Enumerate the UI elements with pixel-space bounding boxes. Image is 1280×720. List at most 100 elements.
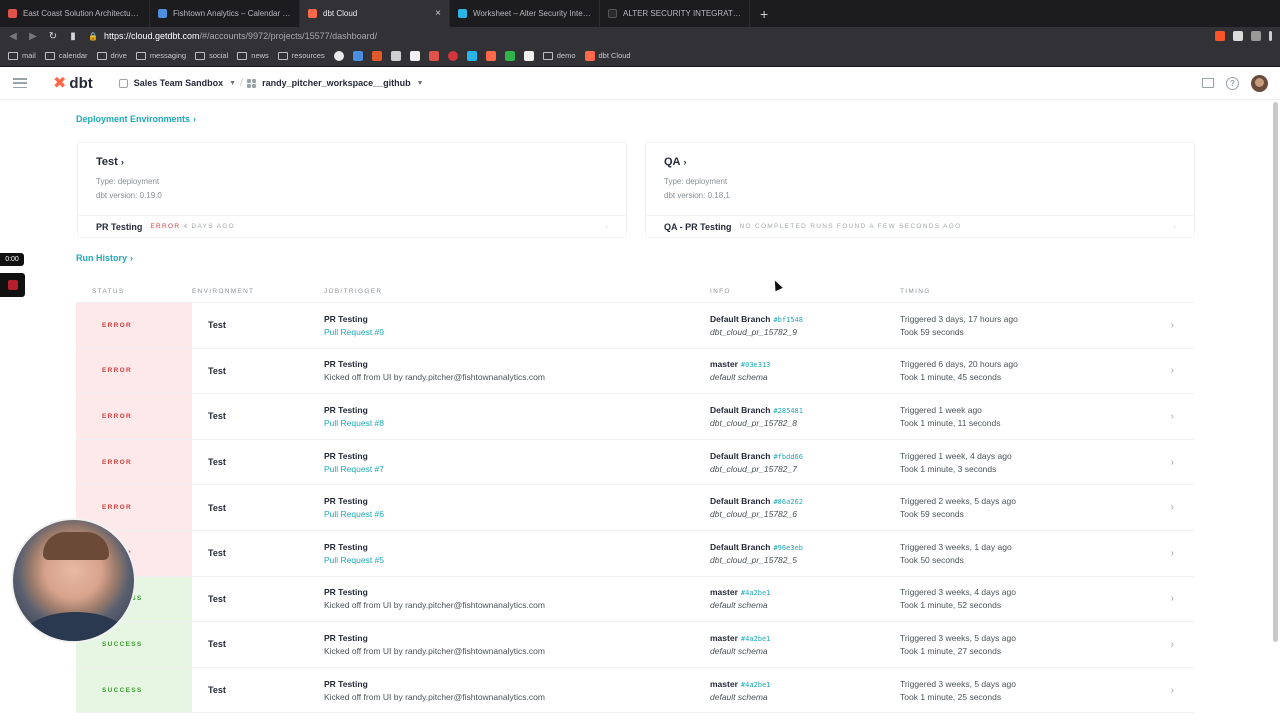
chevron-right-icon[interactable]: › [1171,548,1174,559]
dbt-icon[interactable] [485,50,496,61]
new-tab-button[interactable]: + [750,0,778,27]
job-trigger[interactable]: Pull Request #8 [324,418,710,428]
table-row[interactable]: ERROR Test PR Testing Pull Request #9 Defaul… [76,303,1194,349]
last-job-name: QA - PR Testing [664,221,732,232]
url-field[interactable]: 🔒 https://cloud.getdbt.com/#/accounts/99… [88,28,1205,44]
column-header: ENVIRONMENT [192,287,255,295]
brave-shield-icon[interactable] [1215,31,1225,41]
timing-cell: Triggered 1 week ago Took 1 minute, 11 se… [900,405,1140,428]
dbt-logo[interactable]: ✖ dbt [53,73,93,93]
app-icon[interactable] [352,50,363,61]
browser-tab[interactable]: East Coast Solution Architecture – All [0,0,150,27]
bookmark-link[interactable]: dbt Cloud [584,50,631,61]
bookmark-label: calendar [58,51,88,60]
browser-tab[interactable]: Worksheet – Alter Security Integration [450,0,600,27]
commit-sha[interactable]: #bf1548 [773,316,803,324]
run-history-link[interactable]: Run History › [76,253,133,263]
menu-icon[interactable] [1269,31,1272,41]
chevron-right-icon[interactable]: › [1171,593,1174,604]
bookmark-folder[interactable]: news [237,51,269,60]
help-icon[interactable]: ? [1226,76,1239,90]
environment-last-run[interactable]: QA - PR Testing NO COMPLETED RUNS FOUND … [646,215,1194,237]
chevron-right-icon[interactable]: › [1171,411,1174,422]
commit-sha[interactable]: #86a262 [773,498,803,506]
app-icon[interactable] [409,50,420,61]
app-icon[interactable] [390,50,401,61]
chat-icon[interactable] [1202,78,1214,88]
bookmark-folder[interactable]: demo [542,51,576,60]
job-cell: PR Testing Pull Request #7 [324,451,710,474]
job-trigger[interactable]: Pull Request #7 [324,464,710,474]
branch-name: master [710,632,738,643]
browser-tab[interactable]: Fishtown Analytics – Calendar – Week [150,0,300,27]
bookmark-folder[interactable]: drive [96,51,127,60]
table-row[interactable]: ERRORTestPR TestingPull Request #5Defaul… [76,530,1194,577]
hamburger-menu-icon[interactable] [13,78,27,88]
extension-icon[interactable] [1233,31,1243,41]
chevron-right-icon: › [193,114,197,124]
bookmark-folder[interactable]: resources [277,51,325,60]
bookmark-folder[interactable]: messaging [135,51,186,60]
deployment-environments-link[interactable]: Deployment Environments › [76,114,196,124]
commit-sha[interactable]: #4a2be1 [741,589,771,597]
bookmark-folder[interactable]: calendar [44,51,88,60]
job-trigger[interactable]: Pull Request #5 [324,555,710,565]
folder-icon [44,51,55,60]
table-row[interactable]: SUCCESSTestPR TestingKicked off from UI … [76,667,1194,714]
commit-sha[interactable]: #96e3eb [773,544,803,552]
commit-sha[interactable]: #03e313 [741,361,771,369]
job-trigger[interactable]: Pull Request #9 [324,327,710,337]
environment-title[interactable]: QA › [664,156,687,168]
chevron-right-icon[interactable]: › [1171,320,1174,331]
app-icon[interactable] [447,50,458,61]
snowflake-icon[interactable] [466,50,477,61]
schema-name: dbt_cloud_pr_15782_7 [710,463,797,474]
table-row[interactable]: SUCCESSTestPR TestingKicked off from UI … [76,622,1194,668]
avatar[interactable] [1251,74,1268,92]
back-icon[interactable]: ◀ [8,31,18,42]
stop-recording-button[interactable] [0,273,25,297]
close-tab-icon[interactable]: × [435,8,441,19]
github-icon[interactable] [333,50,344,61]
app-icon[interactable] [523,50,534,61]
browser-tab[interactable]: ALTER SECURITY INTEGRATION — … [600,0,750,27]
commit-sha[interactable]: #285481 [773,407,803,415]
environment-last-run[interactable]: PR Testing ERROR 4 DAYS AGO › [78,215,626,237]
project-selector[interactable]: randy_pitcher_workspace__github ▼ [247,78,424,88]
chevron-right-icon[interactable]: › [1171,639,1174,650]
phone-icon[interactable] [504,50,515,61]
table-row[interactable]: ERROR Test PR Testing Kicked off from UI by… [76,348,1194,395]
chevron-right-icon[interactable]: › [1171,502,1174,513]
info-cell: Default Branch #96e3eb dbt_cloud_pr_15782_… [710,542,900,565]
gitlab-icon[interactable] [371,50,382,61]
page-scrollbar[interactable] [1273,102,1278,642]
schema-name: default schema [710,600,768,611]
triggered-time: Triggered 1 week ago [900,404,982,415]
commit-sha[interactable]: #4a2be1 [741,681,771,689]
account-selector[interactable]: Sales Team Sandbox ▼ [118,78,236,88]
browser-tab-active[interactable]: dbt Cloud × [300,0,450,27]
table-row[interactable]: SUCCESSTestPR TestingKicked off from UI … [76,576,1194,623]
commit-sha[interactable]: #fbdd66 [773,453,803,461]
chevron-right-icon[interactable]: › [1171,457,1174,468]
app-icon[interactable] [428,50,439,61]
table-row[interactable]: ERROR Test PR Testing Pull Request #8 Defaul… [76,394,1194,440]
environment-title[interactable]: Test › [96,156,124,168]
table-row[interactable]: ERROR Test PR Testing Pull Request #6 Defaul… [76,485,1194,531]
job-trigger[interactable]: Pull Request #6 [324,509,710,519]
reload-icon[interactable]: ↻ [48,31,58,42]
environment-card-qa[interactable]: QA › Type: deployment dbt version: 0.18.1… [646,143,1194,237]
bookmark-icon[interactable]: ▮ [68,31,78,42]
chevron-right-icon[interactable]: › [1171,685,1174,696]
bookmark-folder[interactable]: mail [8,51,36,60]
commit-sha[interactable]: #4a2be1 [741,635,771,643]
environment-card-test[interactable]: Test › Type: deployment dbt version: 0.19… [78,143,626,237]
forward-icon[interactable]: ▶ [28,31,38,42]
last-run-status: NO COMPLETED RUNS FOUND A FEW SECONDS AG… [740,223,962,230]
webcam-overlay[interactable] [11,518,136,643]
puzzle-icon[interactable] [1251,31,1261,41]
chevron-right-icon[interactable]: › [1171,365,1174,376]
section-title: Run History [76,253,128,263]
table-row[interactable]: ERROR Test PR Testing Pull Request #7 Defaul… [76,439,1194,486]
bookmark-folder[interactable]: social [195,51,228,60]
